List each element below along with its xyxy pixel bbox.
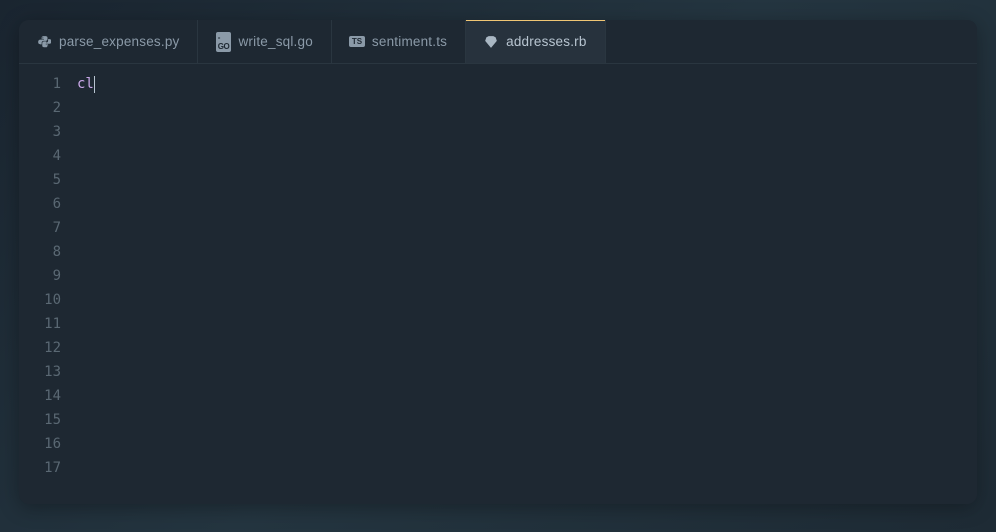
editor-window: parse_expenses.py -GO write_sql.go TS se… xyxy=(19,20,977,504)
line-number: 12 xyxy=(44,336,61,360)
tab-sentiment[interactable]: TS sentiment.ts xyxy=(332,20,466,63)
line-number: 17 xyxy=(44,456,61,480)
code-token: cl xyxy=(77,72,94,96)
line-number: 5 xyxy=(53,168,61,192)
tab-addresses[interactable]: addresses.rb xyxy=(466,20,605,63)
tab-label: parse_expenses.py xyxy=(59,34,179,49)
text-cursor xyxy=(94,76,96,93)
tab-label: sentiment.ts xyxy=(372,34,447,49)
line-number: 3 xyxy=(53,120,61,144)
line-number: 14 xyxy=(44,384,61,408)
line-number: 15 xyxy=(44,408,61,432)
line-number: 2 xyxy=(53,96,61,120)
line-number-gutter: 1 2 3 4 5 6 7 8 9 10 11 12 13 14 15 16 1… xyxy=(19,72,71,496)
line-number: 9 xyxy=(53,264,61,288)
tab-parse-expenses[interactable]: parse_expenses.py xyxy=(19,20,198,63)
line-number: 10 xyxy=(44,288,61,312)
code-line-1[interactable]: cl xyxy=(77,72,977,96)
typescript-icon: TS xyxy=(350,35,364,49)
tab-label: addresses.rb xyxy=(506,34,586,49)
line-number: 8 xyxy=(53,240,61,264)
line-number: 7 xyxy=(53,216,61,240)
code-area[interactable]: cl xyxy=(71,72,977,496)
go-icon: -GO xyxy=(216,35,230,49)
line-number: 11 xyxy=(44,312,61,336)
ruby-icon xyxy=(484,35,498,49)
line-number: 6 xyxy=(53,192,61,216)
line-number: 16 xyxy=(44,432,61,456)
line-number: 4 xyxy=(53,144,61,168)
tab-label: write_sql.go xyxy=(238,34,312,49)
editor-body[interactable]: 1 2 3 4 5 6 7 8 9 10 11 12 13 14 15 16 1… xyxy=(19,64,977,504)
line-number: 13 xyxy=(44,360,61,384)
python-icon xyxy=(37,35,51,49)
tab-write-sql[interactable]: -GO write_sql.go xyxy=(198,20,331,63)
tab-bar: parse_expenses.py -GO write_sql.go TS se… xyxy=(19,20,977,64)
line-number: 1 xyxy=(53,72,61,96)
